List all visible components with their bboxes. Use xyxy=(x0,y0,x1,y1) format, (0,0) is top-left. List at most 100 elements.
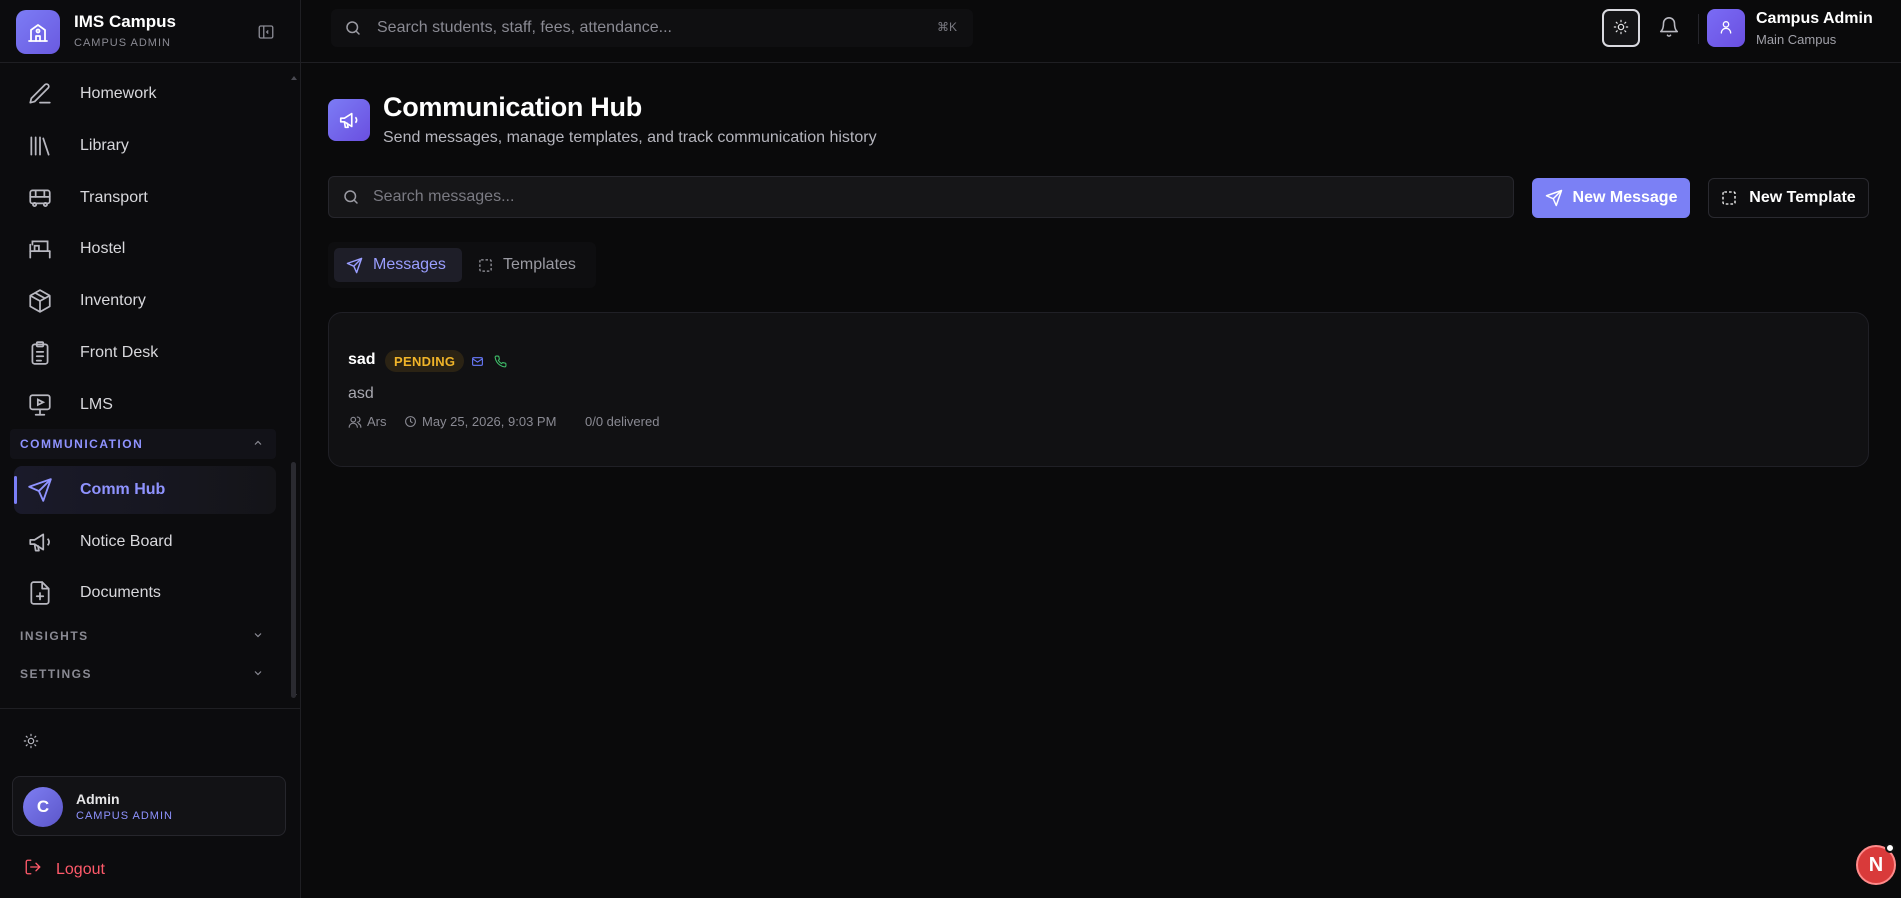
new-template-button[interactable]: New Template xyxy=(1708,178,1869,218)
bell-icon xyxy=(1658,16,1680,41)
new-message-label: New Message xyxy=(1572,189,1678,206)
sidebar-item-label: LMS xyxy=(80,396,113,413)
sidebar-item-label: Front Desk xyxy=(80,344,159,361)
sidebar-collapse-icon[interactable] xyxy=(256,22,276,42)
pencil-icon xyxy=(26,80,54,108)
tab-label: Templates xyxy=(503,256,576,273)
message-search xyxy=(328,176,1514,218)
new-template-label: New Template xyxy=(1749,189,1856,206)
sidebar-item-transport[interactable]: Transport xyxy=(14,174,276,222)
chevron-up-icon xyxy=(252,437,264,452)
sidebar-item-notice-board[interactable]: Notice Board xyxy=(14,518,276,566)
sidebar-item-label: Transport xyxy=(80,189,148,206)
school-logo-icon[interactable] xyxy=(16,10,60,54)
page-subtitle: Send messages, manage templates, and tra… xyxy=(383,129,877,146)
user-role: CAMPUS ADMIN xyxy=(76,810,173,822)
topbar: Search students, staff, fees, attendance… xyxy=(301,0,1901,63)
message-timestamp: May 25, 2026, 9:03 PM xyxy=(404,414,556,429)
phone-icon xyxy=(492,353,508,369)
logout-label: Logout xyxy=(56,860,105,878)
send-icon xyxy=(346,257,363,274)
status-badge: PENDING xyxy=(385,350,465,372)
keyboard-shortcut: ⌘K xyxy=(936,20,957,34)
section-communication[interactable]: COMMUNICATION xyxy=(10,429,276,459)
status-dot xyxy=(1885,843,1895,853)
section-label: INSIGHTS xyxy=(20,629,89,643)
new-message-button[interactable]: New Message xyxy=(1532,178,1690,218)
account-campus: Main Campus xyxy=(1756,32,1837,47)
megaphone-icon xyxy=(26,528,54,556)
template-icon xyxy=(478,258,493,273)
message-search-input[interactable] xyxy=(373,188,1513,206)
sidebar-item-front-desk[interactable]: Front Desk xyxy=(14,329,276,377)
message-title: sad xyxy=(348,351,376,368)
send-icon xyxy=(26,476,54,504)
brand-subtitle: CAMPUS ADMIN xyxy=(74,37,171,49)
library-icon xyxy=(26,132,54,160)
send-icon xyxy=(1545,189,1563,207)
sidebar-item-library[interactable]: Library xyxy=(14,122,276,170)
sidebar: IMS Campus CAMPUS ADMIN Homework Library… xyxy=(0,0,301,898)
logout-button[interactable]: Logout xyxy=(24,858,105,881)
sidebar-nav: Homework Library Transport Hostel Invent… xyxy=(0,68,300,708)
theme-toggle-button[interactable] xyxy=(1602,9,1640,47)
section-label: SETTINGS xyxy=(20,667,93,681)
monitor-play-icon xyxy=(26,391,54,419)
users-icon xyxy=(348,415,362,429)
sidebar-item-inventory[interactable]: Inventory xyxy=(14,277,276,325)
message-timestamp-text: May 25, 2026, 9:03 PM xyxy=(422,414,557,429)
topbar-divider xyxy=(1698,14,1699,44)
message-body: asd xyxy=(348,385,374,402)
template-icon xyxy=(1721,190,1737,206)
tab-label: Messages xyxy=(373,256,446,273)
brand-header: IMS Campus CAMPUS ADMIN xyxy=(0,0,300,63)
sidebar-divider xyxy=(0,708,300,709)
message-author: Ars xyxy=(348,414,387,429)
sidebar-item-label: Hostel xyxy=(80,240,126,257)
message-card[interactable]: sad PENDING asd Ars May 25, 2026, 9:03 P… xyxy=(328,312,1869,467)
search-icon xyxy=(341,187,361,207)
section-label: COMMUNICATION xyxy=(20,437,144,451)
sidebar-item-homework[interactable]: Homework xyxy=(14,70,276,118)
global-search-placeholder: Search students, staff, fees, attendance… xyxy=(377,19,672,36)
user-card[interactable]: C Admin CAMPUS ADMIN xyxy=(12,776,286,836)
page-title: Communication Hub xyxy=(383,92,642,122)
tabs: Messages Templates xyxy=(328,242,596,288)
global-search-input[interactable]: Search students, staff, fees, attendance… xyxy=(331,9,973,47)
sidebar-item-label: Notice Board xyxy=(80,533,173,550)
search-icon xyxy=(343,18,363,38)
bed-icon xyxy=(26,235,54,263)
notifications-button[interactable] xyxy=(1650,9,1688,47)
user-name: Admin xyxy=(76,791,120,807)
sidebar-item-label: Homework xyxy=(80,85,157,102)
sidebar-item-label: Inventory xyxy=(80,292,146,309)
sidebar-item-label: Comm Hub xyxy=(80,481,166,498)
megaphone-icon xyxy=(328,99,370,141)
mail-icon xyxy=(469,353,485,369)
message-author-name: Ars xyxy=(367,414,387,429)
sidebar-scroll-thumb[interactable] xyxy=(291,462,296,698)
sun-icon xyxy=(1613,19,1629,38)
sidebar-item-lms[interactable]: LMS xyxy=(14,381,276,429)
sidebar-item-documents[interactable]: Documents xyxy=(14,569,276,617)
account-name[interactable]: Campus Admin xyxy=(1756,10,1873,28)
sidebar-item-hostel[interactable]: Hostel xyxy=(14,225,276,273)
account-avatar[interactable] xyxy=(1707,9,1745,47)
chevron-down-icon xyxy=(252,629,264,644)
user-icon xyxy=(1718,19,1734,38)
chevron-down-icon xyxy=(252,667,264,682)
tab-templates[interactable]: Templates xyxy=(466,248,588,282)
logout-icon xyxy=(24,858,42,881)
section-insights[interactable]: INSIGHTS xyxy=(10,621,276,651)
bus-icon xyxy=(26,184,54,212)
brand-title: IMS Campus xyxy=(74,12,177,31)
sidebar-item-comm-hub[interactable]: Comm Hub xyxy=(14,466,276,514)
sidebar-item-label: Library xyxy=(80,137,129,154)
clock-icon xyxy=(404,415,417,428)
sun-icon[interactable] xyxy=(20,730,42,752)
tab-messages[interactable]: Messages xyxy=(334,248,462,282)
box-icon xyxy=(26,287,54,315)
section-settings[interactable]: SETTINGS xyxy=(10,659,276,689)
sidebar-item-label: Documents xyxy=(80,584,161,601)
message-delivery: 0/0 delivered xyxy=(585,414,660,429)
